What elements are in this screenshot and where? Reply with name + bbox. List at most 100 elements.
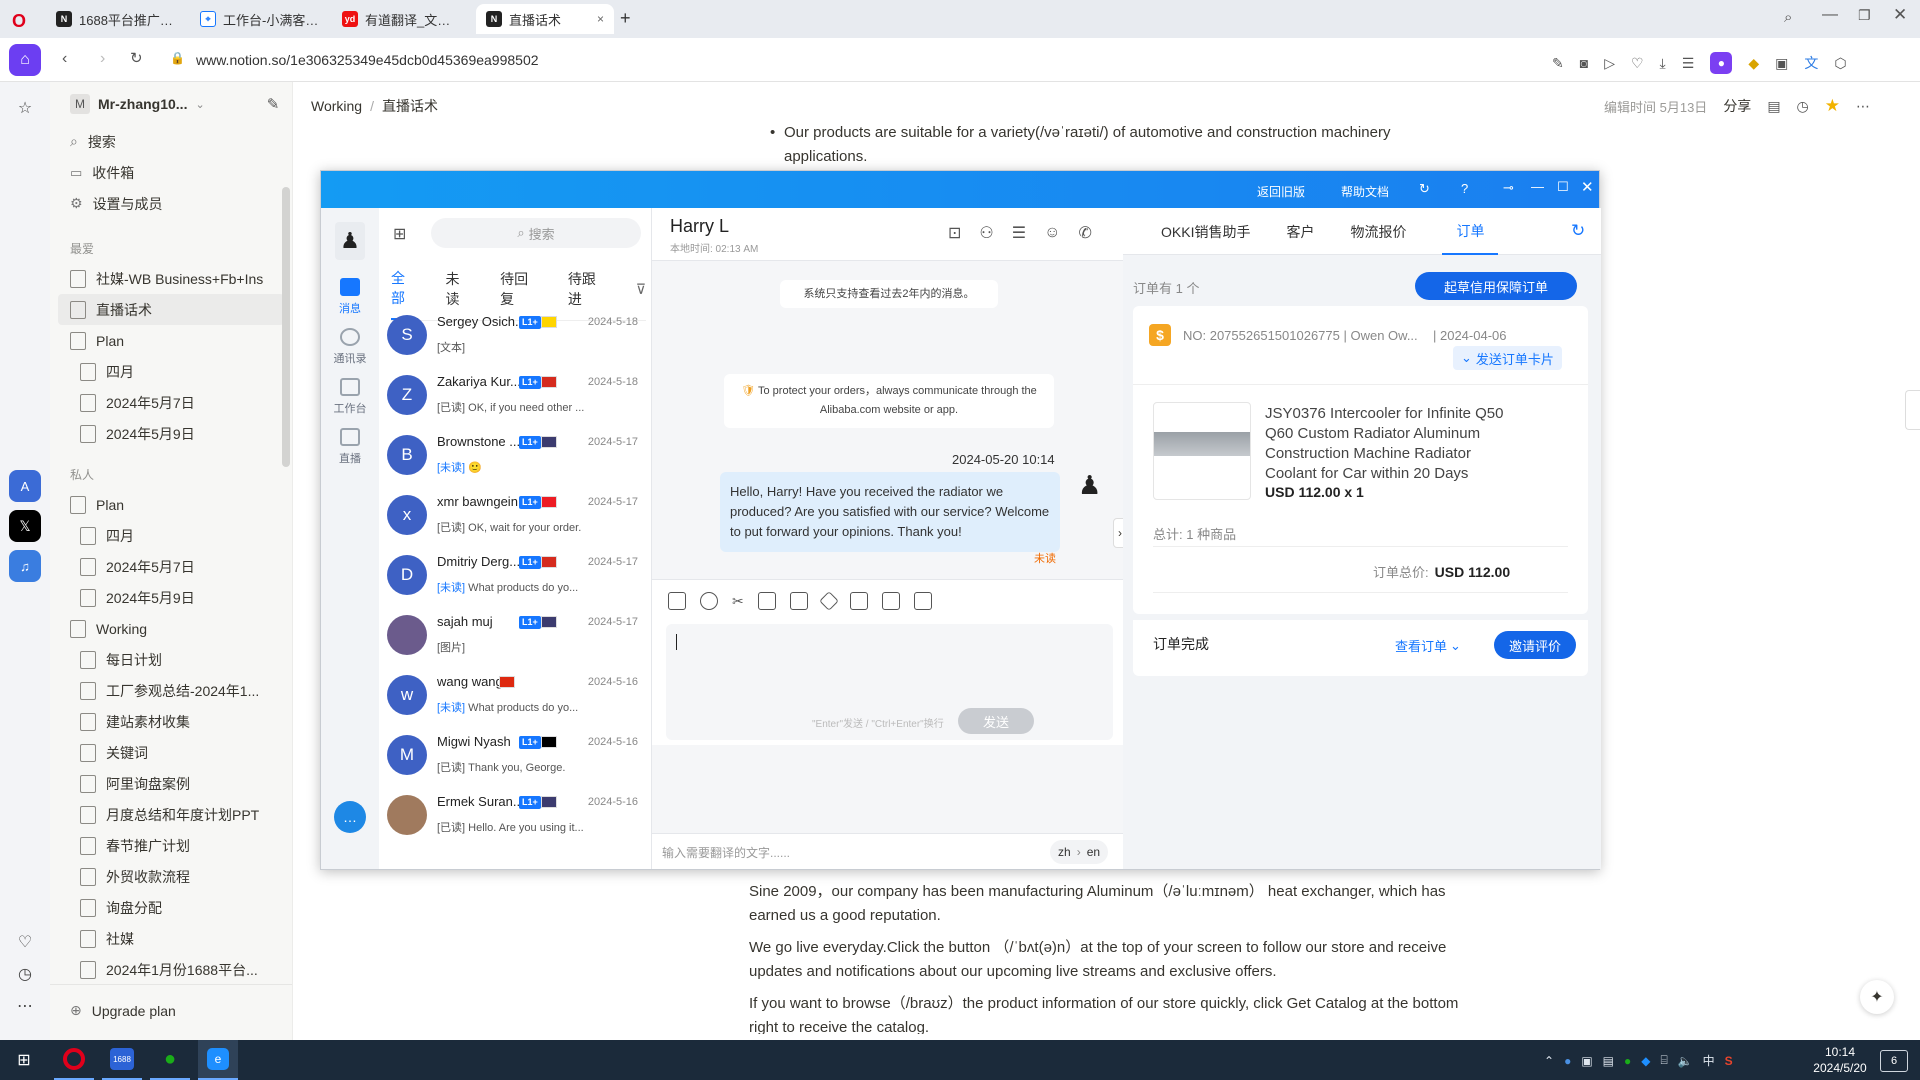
conversation-item[interactable]: Z Zakariya Kur... L1+ 2024-5-18 [已读] OK, if … bbox=[379, 365, 651, 425]
opera-logo-icon[interactable]: O bbox=[12, 11, 26, 32]
message-input[interactable]: "Enter"发送 / "Ctrl+Enter"换行 发送 bbox=[666, 624, 1113, 740]
refresh-icon[interactable]: ↻ bbox=[1571, 221, 1585, 241]
add-contact-icon[interactable]: ⚇ bbox=[979, 223, 993, 243]
edit-icon[interactable]: ✎ bbox=[1552, 55, 1564, 72]
workspace-switcher[interactable]: M Mr-zhang10... ⌄ ✎ bbox=[50, 82, 292, 126]
conversation-item[interactable]: B Brownstone ... L1+ 2024-5-17 [未读] 🙂 bbox=[379, 425, 651, 485]
maximize-icon[interactable]: ❐ bbox=[1858, 7, 1871, 24]
clock[interactable]: 10:14 2024/5/20 bbox=[1808, 1044, 1872, 1076]
heart-icon[interactable]: ♡ bbox=[1631, 55, 1644, 72]
sidebar-item[interactable]: 月度总结和年度计划PPT bbox=[50, 799, 292, 830]
sidebar-item[interactable]: 外贸收款流程 bbox=[50, 861, 292, 892]
more-icon[interactable]: ⋯ bbox=[1856, 98, 1870, 115]
new-chat-icon[interactable]: ⊞ bbox=[393, 224, 406, 244]
sidebar-scrollbar[interactable] bbox=[282, 187, 290, 467]
breadcrumb-current[interactable]: 直播话术 bbox=[382, 96, 438, 116]
new-tab-button[interactable]: + bbox=[620, 8, 631, 29]
nav-messages[interactable]: 消息 bbox=[321, 278, 379, 316]
help-icon[interactable]: ? bbox=[1461, 181, 1468, 196]
comment-icon[interactable]: ▤ bbox=[1767, 98, 1780, 115]
opera-taskbar-icon[interactable] bbox=[54, 1040, 94, 1080]
view-order-button[interactable]: 查看订单 ⌄ bbox=[1395, 636, 1461, 655]
network-icon[interactable]: ⌸ bbox=[1660, 1053, 1667, 1068]
sidebar-item[interactable]: 2024年5月9日 bbox=[50, 582, 292, 613]
wechat-taskbar-icon[interactable]: ● bbox=[150, 1040, 190, 1080]
star-icon[interactable]: ☆ bbox=[9, 92, 41, 124]
breadcrumb-working[interactable]: Working bbox=[311, 98, 362, 114]
side-panel-tab[interactable] bbox=[1905, 390, 1920, 430]
card-icon[interactable] bbox=[913, 592, 932, 610]
search-tabs-icon[interactable]: ⌕ bbox=[1784, 9, 1792, 26]
copy-icon[interactable] bbox=[668, 592, 686, 610]
minimize-icon[interactable]: — bbox=[1531, 179, 1544, 194]
sidebar-item[interactable]: Plan bbox=[50, 489, 292, 520]
sidebar-item[interactable]: 关键词 bbox=[50, 737, 292, 768]
sidebar-item[interactable]: 询盘分配 bbox=[50, 892, 292, 923]
sidebar-item[interactable]: 阿里询盘案例 bbox=[50, 768, 292, 799]
tray-app-icon[interactable]: ● bbox=[1564, 1054, 1571, 1068]
tray-wechat-icon[interactable]: ● bbox=[1624, 1054, 1631, 1068]
conversation-item[interactable]: Ermek Suran... L1+ 2024-5-16 [已读] Hello. Ar… bbox=[379, 785, 651, 845]
home-icon[interactable]: ⌂ bbox=[9, 44, 41, 76]
sidebar-item[interactable]: 2024年5月9日 bbox=[50, 418, 292, 449]
extension-badge-icon[interactable]: ▣ bbox=[1775, 55, 1788, 72]
translate-extension-icon[interactable]: 文 bbox=[1804, 53, 1818, 73]
tray-1688-icon[interactable]: ▣ bbox=[1581, 1054, 1592, 1068]
sogou-icon[interactable]: S bbox=[1725, 1054, 1733, 1068]
app-store-icon[interactable]: A bbox=[9, 470, 41, 502]
search-input[interactable]: ⌕ 搜索 bbox=[431, 218, 641, 248]
calendar-icon[interactable] bbox=[881, 592, 900, 610]
filter-icon[interactable]: ⊽ bbox=[636, 281, 646, 308]
browser-tab[interactable]: yd 有道翻译_文本、文档、网 bbox=[332, 4, 472, 34]
sidebar-item[interactable]: 春节推广计划 bbox=[50, 830, 292, 861]
tray-chevron-icon[interactable]: ⌃ bbox=[1544, 1054, 1554, 1068]
product-icon[interactable] bbox=[818, 591, 839, 611]
browser-tab[interactable]: ⌖ 工作台-小满客户管理 bbox=[190, 4, 330, 34]
sidebar-item[interactable]: 直播话术 bbox=[58, 294, 284, 325]
sidebar-item[interactable]: 建站素材收集 bbox=[50, 706, 292, 737]
music-icon[interactable]: ♫ bbox=[9, 550, 41, 582]
alibaba-chat-taskbar-icon[interactable]: e bbox=[198, 1040, 238, 1080]
tray-sheet-icon[interactable]: ▤ bbox=[1603, 1054, 1614, 1068]
history-icon[interactable]: ◷ bbox=[9, 958, 41, 990]
tray-alibaba-icon[interactable]: ◆ bbox=[1641, 1054, 1650, 1068]
sidebar-item[interactable]: 四月 bbox=[50, 356, 292, 387]
emoji-icon[interactable] bbox=[700, 592, 718, 610]
volume-icon[interactable]: 🔈 bbox=[1678, 1054, 1693, 1068]
conversation-item[interactable]: M Migwi Nyash L1+ 2024-5-16 [已读] Thank you, … bbox=[379, 725, 651, 785]
windows-start-icon[interactable]: ⊞ bbox=[4, 1040, 44, 1080]
tab-customer[interactable]: 客户 bbox=[1286, 208, 1314, 255]
url-field[interactable]: www.notion.so/1e306325349e45dcb0d45369ea… bbox=[196, 46, 1776, 74]
x-twitter-icon[interactable]: 𝕏 bbox=[9, 510, 41, 542]
close-window-icon[interactable]: ✕ bbox=[1893, 5, 1907, 25]
contact-name[interactable]: Harry L bbox=[670, 216, 729, 237]
nav-workbench[interactable]: 工作台 bbox=[321, 378, 379, 416]
pin-icon[interactable]: ⊸ bbox=[1503, 180, 1514, 196]
conversation-item[interactable]: w wang wang 2024-5-16 [未读] What products do… bbox=[379, 665, 651, 725]
conversation-item[interactable]: S Sergey Osich... L1+ 2024-5-18 [文本] bbox=[379, 305, 651, 365]
tab-orders[interactable]: 订单 bbox=[1442, 208, 1499, 255]
draft-order-button[interactable]: 起草信用保障订单 bbox=[1415, 272, 1577, 300]
send-order-card-button[interactable]: ⌄ 发送订单卡片 bbox=[1453, 346, 1562, 370]
sidebar-item[interactable]: 工厂参观总结-2024年1... bbox=[50, 675, 292, 706]
order-number[interactable]: NO: 207552651501026775 | Owen Ow... bbox=[1183, 328, 1418, 343]
menu-list-icon[interactable]: ☰ bbox=[1682, 55, 1695, 72]
maximize-icon[interactable]: ☐ bbox=[1557, 179, 1569, 195]
back-icon[interactable]: ‹ bbox=[62, 50, 67, 68]
sidebar-settings[interactable]: ⚙ 设置与成员 bbox=[50, 188, 292, 219]
camera-icon[interactable]: ◙ bbox=[1580, 55, 1588, 71]
download-icon[interactable]: ⤓ bbox=[1660, 55, 1666, 72]
image-icon[interactable] bbox=[757, 592, 776, 610]
conversation-item[interactable]: sajah muj L1+ 2024-5-17 [图片] bbox=[379, 605, 651, 665]
quick-reply-icon[interactable]: ⊡ bbox=[948, 223, 961, 243]
return-old-version-button[interactable]: 返回旧版 bbox=[1257, 183, 1305, 200]
close-tab-icon[interactable]: × bbox=[597, 12, 604, 26]
conversation-item[interactable]: x xmr bawngein L1+ 2024-5-17 [已读] OK, wait f… bbox=[379, 485, 651, 545]
call-icon[interactable]: ✆ bbox=[1078, 223, 1091, 243]
sidebar-item[interactable]: 社媒-WB Business+Fb+Ins bbox=[50, 263, 292, 294]
app-1688-taskbar-icon[interactable]: 1688 bbox=[102, 1040, 142, 1080]
tab-okki[interactable]: OKKI销售助手 bbox=[1161, 208, 1250, 255]
sidebar-item[interactable]: 2024年1月份1688平台... bbox=[50, 954, 292, 985]
extension-icon[interactable]: ◆ bbox=[1748, 55, 1759, 72]
product-title[interactable]: JSY0376 Intercooler for Infinite Q50 Q60… bbox=[1265, 404, 1525, 484]
